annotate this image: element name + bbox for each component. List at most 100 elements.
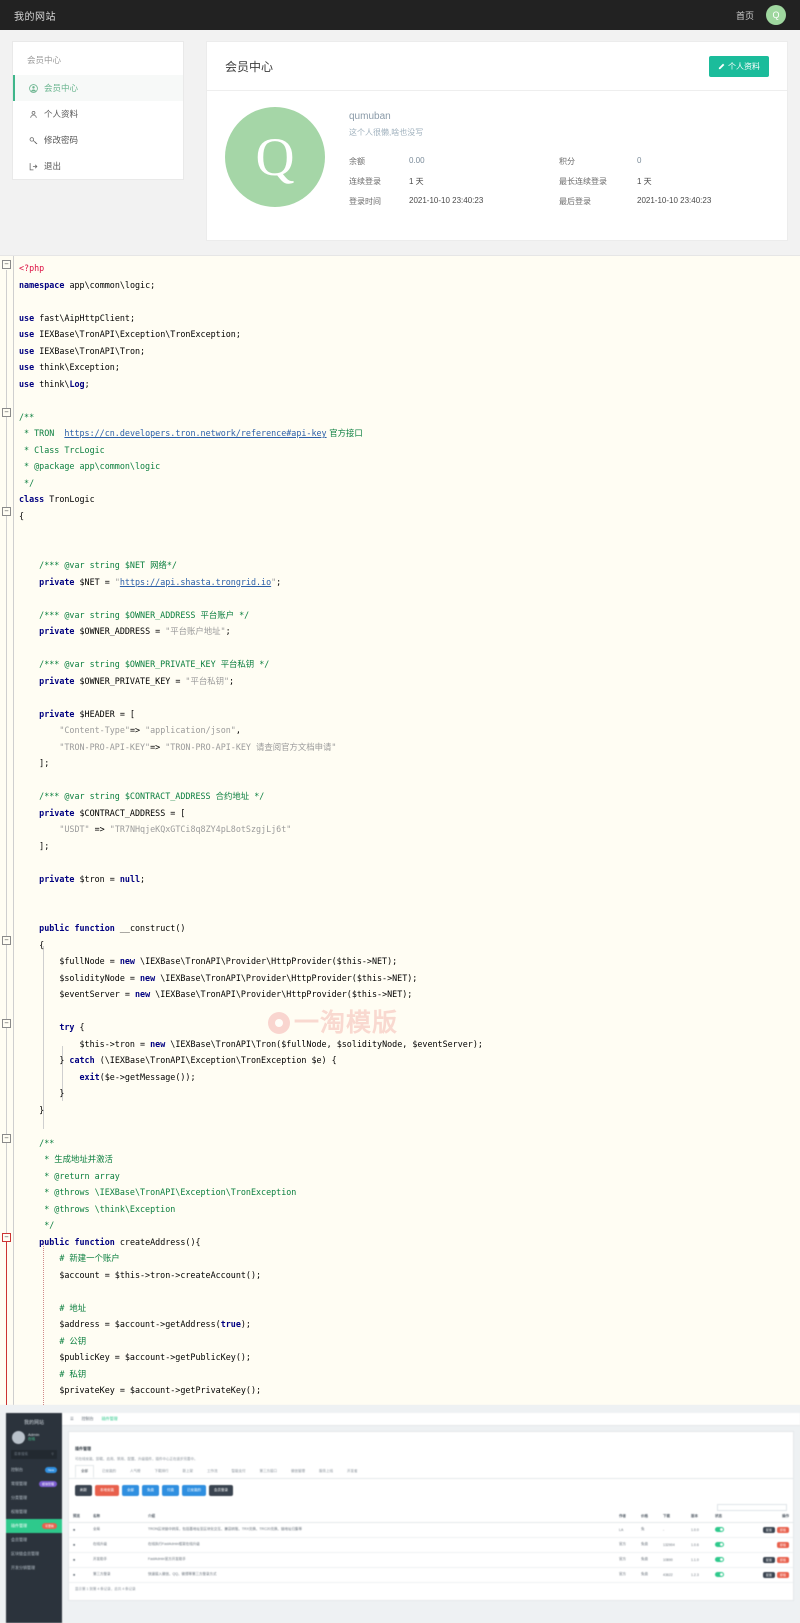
admin-tab-active[interactable]: 插件管理 (102, 1416, 118, 1422)
uninstall-button[interactable]: 卸载 (776, 1526, 789, 1533)
config-button[interactable]: 配置 (762, 1571, 775, 1578)
pencil-icon (718, 63, 725, 70)
admin-filter-tab[interactable]: 智能支付 (226, 1465, 252, 1478)
edit-profile-button[interactable]: 个人资料 (709, 56, 769, 77)
profile-signature: 这个人很懒,啥也没写 (349, 128, 424, 137)
admin-panel-header: 插件管理 可在线安装、卸载、启用、禁用、配置、升级插件，插件中心正在逐步完善中。 (69, 1432, 793, 1465)
status-toggle[interactable] (715, 1526, 724, 1532)
fold-marker[interactable]: − (2, 1019, 11, 1028)
admin-menu-item[interactable]: 区块链会员管理 (6, 1547, 62, 1561)
member-login-button[interactable]: 会员登录 (209, 1484, 233, 1496)
sidebar-item-member-center[interactable]: 会员中心 (13, 75, 183, 101)
status-toggle[interactable] (715, 1571, 724, 1577)
fold-marker[interactable]: − (2, 1134, 11, 1143)
stat-label: 登录时间 (349, 197, 381, 206)
admin-filter-tab[interactable]: 工作流 (201, 1465, 224, 1478)
row-name: 第三方登录 (89, 1567, 144, 1583)
row-preview-icon[interactable]: ■ (69, 1537, 89, 1553)
profile-body: Q qumuban 这个人很懒,啥也没写 余额 0.00 积分 0 连续登录 1… (207, 91, 787, 237)
member-center-area: 会员中心 会员中心 个人资料 修改密码 退出 会员中心 个人资料 Q qumub… (0, 30, 800, 255)
row-author: 官方 (615, 1567, 637, 1583)
admin-menu-item[interactable]: 开发分销管理 (6, 1561, 62, 1575)
admin-filter-tab[interactable]: 人气榜 (124, 1465, 147, 1478)
fold-marker[interactable]: − (2, 936, 11, 945)
admin-sidebar: 我的网站 Admin 在线 菜单搜索 ⚲ 控制台 New 常规管理 模块管理 分类管… (6, 1412, 62, 1623)
admin-menu-item-active[interactable]: 插件管理 可更新 (6, 1518, 62, 1533)
admin-panel-desc: 可在线安装、卸载、启用、禁用、配置、升级插件，插件中心正在逐步完善中。 (75, 1456, 198, 1461)
table-row[interactable]: ■ 在线升级 在线执行FastAdmin框架在线升级 官方 免费 132904 … (69, 1537, 793, 1553)
admin-menu-label: 区块链会员管理 (11, 1550, 39, 1556)
table-row[interactable]: ■ 全局 TRON区块链中转库，包括基地址至区块化交互、兼容转账、TRX兑换、T… (69, 1522, 793, 1538)
admin-menu-item[interactable]: 权限管理 (6, 1505, 62, 1519)
uninstall-button[interactable]: 卸载 (776, 1556, 789, 1563)
row-preview-icon[interactable]: ■ (69, 1567, 89, 1583)
fold-marker[interactable]: − (2, 507, 11, 516)
refresh-button[interactable]: 刷新 (75, 1484, 92, 1496)
admin-filter-tab[interactable]: 下载排行 (149, 1465, 175, 1478)
admin-filter-tab[interactable]: 全部 (75, 1464, 94, 1478)
admin-menu-label: 分类管理 (11, 1494, 27, 1500)
admin-filter-tab[interactable]: 开发者 (341, 1465, 364, 1478)
row-price: 免费 (637, 1552, 659, 1568)
admin-tab[interactable]: 控制台 (82, 1416, 94, 1422)
local-install-button[interactable]: 本地安装 (95, 1484, 119, 1496)
row-actions: 配置 卸载 (733, 1567, 793, 1583)
admin-tabs: 全部 已安装的 人气榜 下载排行 新上架 工作流 智能支付 第三方接口 微信管理… (69, 1464, 793, 1479)
menu-toggle-icon[interactable]: ☰ (70, 1416, 74, 1421)
row-version: 1.2.3 (687, 1567, 711, 1583)
fold-marker-active[interactable]: − (2, 1233, 11, 1242)
profile-avatar[interactable]: Q (225, 107, 325, 207)
fold-marker[interactable]: − (2, 408, 11, 417)
row-preview-icon[interactable]: ■ (69, 1552, 89, 1568)
uninstall-button[interactable]: 卸载 (776, 1571, 789, 1578)
uninstall-button[interactable]: 卸载 (776, 1541, 789, 1548)
config-button[interactable]: 配置 (762, 1556, 775, 1563)
admin-menu-item[interactable]: 分类管理 (6, 1491, 62, 1505)
admin-filter-tab[interactable]: 服务上线 (313, 1465, 339, 1478)
filter-paid-button[interactable]: 付费 (162, 1484, 179, 1496)
nav-link-home[interactable]: 首页 (736, 9, 754, 22)
stat-label: 余额 (349, 157, 365, 166)
site-brand[interactable]: 我的网站 (14, 8, 56, 23)
admin-filter-tab[interactable]: 微信管理 (285, 1465, 311, 1478)
filter-all-button[interactable]: 全部 (122, 1484, 139, 1496)
admin-menu-item[interactable]: 控制台 New (6, 1463, 62, 1477)
sidebar-item-profile[interactable]: 个人资料 (13, 101, 183, 127)
user-circle-icon (29, 83, 38, 93)
admin-menu-item[interactable]: 常规管理 模块管理 (6, 1477, 62, 1491)
filter-installed-button[interactable]: 已安装的 (182, 1484, 206, 1496)
user-outline-icon (29, 110, 38, 119)
sidebar-item-change-password[interactable]: 修改密码 (13, 127, 183, 153)
admin-menu-search[interactable]: 菜单搜索 ⚲ (11, 1449, 57, 1459)
admin-menu-item[interactable]: 会员管理 (6, 1533, 62, 1547)
column-header: 预览 (69, 1510, 89, 1523)
admin-filter-tab[interactable]: 新上架 (177, 1465, 200, 1478)
table-row[interactable]: ■ 第三方登录 快速接入微信、QQ、微博等第三方登录方式 官方 免费 43622… (69, 1567, 793, 1583)
key-icon (29, 136, 38, 145)
filter-free-button[interactable]: 免费 (142, 1484, 159, 1496)
admin-panel: 插件管理 可在线安装、卸载、启用、禁用、配置、升级插件，插件中心正在逐步完善中。… (68, 1430, 794, 1601)
admin-user[interactable]: Admin 在线 (6, 1426, 62, 1450)
row-preview-icon[interactable]: ■ (69, 1522, 89, 1538)
admin-menu-label: 权限管理 (11, 1508, 27, 1514)
row-status (711, 1567, 733, 1583)
row-desc: 在线执行FastAdmin框架在线升级 (144, 1537, 615, 1553)
admin-table-search[interactable] (717, 1503, 787, 1511)
table-row[interactable]: ■ 开发助手 FastAdmin官方开发助手 官方 免费 10890 1.1.0… (69, 1552, 793, 1568)
admin-filter-tab[interactable]: 已安装的 (96, 1465, 122, 1478)
status-toggle[interactable] (715, 1541, 724, 1547)
status-toggle[interactable] (715, 1556, 724, 1562)
stat-value: 2021-10-10 23:40:23 (637, 196, 712, 205)
fold-marker[interactable]: − (2, 260, 11, 269)
sidebar-item-logout[interactable]: 退出 (13, 153, 183, 179)
sidebar-item-label: 个人资料 (44, 109, 79, 119)
avatar[interactable]: Q (766, 5, 786, 25)
admin-filter-tab[interactable]: 第三方接口 (254, 1465, 284, 1478)
admin-main: ☰ 控制台 插件管理 插件管理 可在线安装、卸载、启用、禁用、配置、升级插件，插… (62, 1412, 800, 1623)
admin-avatar (12, 1430, 25, 1444)
admin-menu-label: 插件管理 (11, 1522, 27, 1528)
logout-icon (29, 162, 38, 171)
code-lines[interactable]: <?php namespace app\common\logic; use fa… (14, 260, 800, 1399)
admin-menu-label: 会员管理 (11, 1536, 27, 1542)
config-button[interactable]: 配置 (762, 1526, 775, 1533)
